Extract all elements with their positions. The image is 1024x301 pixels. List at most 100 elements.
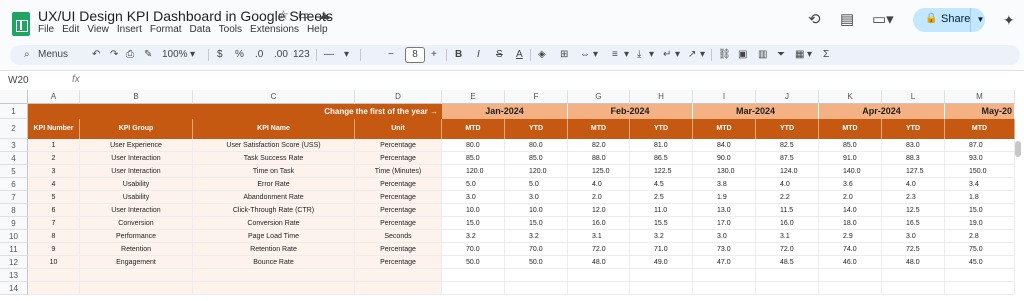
kpi-value-cell[interactable]: 150.0	[945, 165, 1015, 178]
row-header-8[interactable]: 8	[0, 204, 28, 217]
kpi-value-cell[interactable]: 2.9	[819, 230, 882, 243]
kpi-value-cell[interactable]: 2.0	[568, 191, 630, 204]
kpi-value-cell[interactable]: 85.0	[442, 152, 505, 165]
empty-cell[interactable]	[819, 269, 882, 282]
kpi-value-cell[interactable]: 1.8	[945, 191, 1015, 204]
search-menus-icon[interactable]: ⌕	[24, 49, 30, 60]
kpi-value-cell[interactable]: 2.5	[630, 191, 693, 204]
kpi-unit-cell[interactable]: Percentage	[355, 204, 442, 217]
vertical-align-icon[interactable]: ⤓	[637, 49, 641, 60]
print-icon[interactable]: ⎙	[126, 49, 134, 60]
kpi-unit-cell[interactable]: Percentage	[355, 178, 442, 191]
vertical-scrollbar[interactable]	[1015, 141, 1021, 157]
currency-button[interactable]: $	[217, 49, 223, 60]
column-header-m[interactable]: M	[945, 90, 1015, 104]
kpi-value-cell[interactable]: 124.0	[756, 165, 819, 178]
kpi-value-cell[interactable]: 3.2	[505, 230, 568, 243]
comment-icon[interactable]: ▤	[840, 10, 854, 28]
kpi-group-cell[interactable]: Retention	[80, 243, 193, 256]
column-header-f[interactable]: F	[505, 90, 568, 104]
kpi-value-cell[interactable]: 3.2	[442, 230, 505, 243]
kpi-group-cell[interactable]: Usability	[80, 191, 193, 204]
cloud-icon[interactable]: ☁	[318, 8, 339, 22]
kpi-value-cell[interactable]: 15.0	[442, 217, 505, 230]
comment-add-icon[interactable]: ▣	[738, 49, 747, 60]
zoom-select[interactable]: 100%	[162, 49, 188, 60]
kpi-group-cell[interactable]: Performance	[80, 230, 193, 243]
kpi-value-cell[interactable]: 50.0	[442, 256, 505, 269]
kpi-value-cell[interactable]: 3.0	[693, 230, 756, 243]
empty-cell[interactable]	[193, 269, 355, 282]
share-dropdown-button[interactable]: ▼	[970, 8, 990, 32]
kpi-value-cell[interactable]: 46.0	[819, 256, 882, 269]
kpi-group-cell[interactable]: User Experience	[80, 139, 193, 152]
star-icon[interactable]: ☆	[278, 8, 298, 22]
kpi-unit-cell[interactable]: Time (Minutes)	[355, 165, 442, 178]
kpi-value-cell[interactable]: 84.0	[693, 139, 756, 152]
kpi-value-cell[interactable]: 11.5	[756, 204, 819, 217]
empty-cell[interactable]	[355, 269, 442, 282]
kpi-value-cell[interactable]: 47.0	[693, 256, 756, 269]
menu-help[interactable]: Help	[307, 24, 328, 35]
row-header-9[interactable]: 9	[0, 217, 28, 230]
kpi-value-cell[interactable]: 3.0	[505, 191, 568, 204]
empty-cell[interactable]	[505, 282, 568, 295]
kpi-value-cell[interactable]: 2.8	[945, 230, 1015, 243]
kpi-value-cell[interactable]: 72.0	[568, 243, 630, 256]
percent-button[interactable]: %	[235, 49, 244, 60]
kpi-name-cell[interactable]: Abandonment Rate	[193, 191, 355, 204]
kpi-value-cell[interactable]: 85.0	[505, 152, 568, 165]
kpi-value-cell[interactable]: 16.5	[882, 217, 945, 230]
bold-button[interactable]: B	[455, 49, 462, 60]
kpi-value-cell[interactable]: 13.0	[693, 204, 756, 217]
kpi-name-cell[interactable]: Page Load Time	[193, 230, 355, 243]
empty-cell[interactable]	[819, 282, 882, 295]
kpi-value-cell[interactable]: 122.5	[630, 165, 693, 178]
kpi-value-cell[interactable]: 2.2	[756, 191, 819, 204]
kpi-num-cell[interactable]: 10	[28, 256, 80, 269]
kpi-value-cell[interactable]: 3.0	[442, 191, 505, 204]
kpi-value-cell[interactable]: 73.0	[693, 243, 756, 256]
filter-views-icon[interactable]: ▦	[795, 49, 804, 60]
kpi-value-cell[interactable]: 130.0	[693, 165, 756, 178]
empty-cell[interactable]	[28, 269, 80, 282]
kpi-value-cell[interactable]: 72.5	[882, 243, 945, 256]
empty-cell[interactable]	[945, 282, 1015, 295]
kpi-value-cell[interactable]: 70.0	[442, 243, 505, 256]
kpi-value-cell[interactable]: 87.5	[756, 152, 819, 165]
meet-icon[interactable]: ▭▾	[872, 10, 894, 28]
spreadsheet-grid[interactable]: A B C D E F G H I J K L M 1 2 3 4 5 6 7 8 9 10 11 12 13 14 Change t…	[0, 90, 1024, 301]
strikethrough-button[interactable]: S	[496, 49, 503, 60]
column-header-a[interactable]: A	[28, 90, 80, 104]
kpi-value-cell[interactable]: 5.0	[505, 178, 568, 191]
column-header-i[interactable]: I	[693, 90, 756, 104]
row-header-11[interactable]: 11	[0, 243, 28, 256]
empty-cell[interactable]	[80, 282, 193, 295]
empty-cell[interactable]	[80, 269, 193, 282]
kpi-value-cell[interactable]: 120.0	[505, 165, 568, 178]
kpi-value-cell[interactable]: 49.0	[630, 256, 693, 269]
kpi-value-cell[interactable]: 3.0	[882, 230, 945, 243]
kpi-value-cell[interactable]: 3.2	[630, 230, 693, 243]
kpi-value-cell[interactable]: 86.5	[630, 152, 693, 165]
row-header-3[interactable]: 3	[0, 139, 28, 152]
row-header-7[interactable]: 7	[0, 191, 28, 204]
kpi-value-cell[interactable]: 3.1	[756, 230, 819, 243]
menu-tools[interactable]: Tools	[219, 24, 242, 35]
kpi-group-cell[interactable]: Engagement	[80, 256, 193, 269]
kpi-num-cell[interactable]: 5	[28, 191, 80, 204]
kpi-num-cell[interactable]: 3	[28, 165, 80, 178]
kpi-num-cell[interactable]: 2	[28, 152, 80, 165]
paint-format-icon[interactable]: ✎	[144, 49, 152, 60]
column-header-d[interactable]: D	[355, 90, 442, 104]
link-icon[interactable]: ⛓	[718, 49, 731, 60]
move-icon[interactable]: ▭	[298, 8, 318, 22]
kpi-unit-cell[interactable]: Percentage	[355, 256, 442, 269]
kpi-value-cell[interactable]: 19.0	[945, 217, 1015, 230]
font-size-decrease-button[interactable]: −	[388, 49, 394, 60]
kpi-unit-cell[interactable]: Percentage	[355, 243, 442, 256]
functions-button[interactable]: Σ	[823, 49, 829, 60]
kpi-value-cell[interactable]: 3.1	[568, 230, 630, 243]
kpi-num-cell[interactable]: 9	[28, 243, 80, 256]
kpi-value-cell[interactable]: 45.0	[945, 256, 1015, 269]
